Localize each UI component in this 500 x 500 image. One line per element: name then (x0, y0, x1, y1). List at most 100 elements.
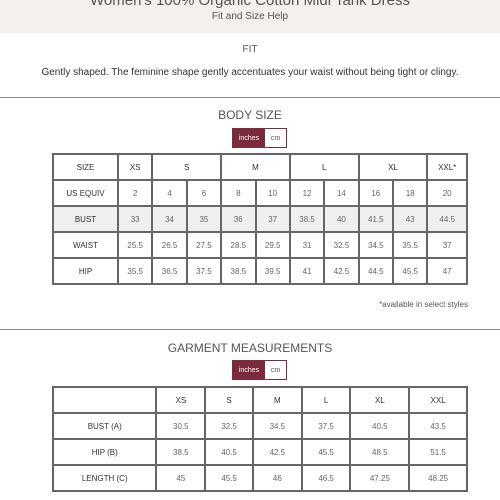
measurement-cell: 27.5 (185, 231, 223, 259)
row-label: BUST (A) (51, 412, 158, 440)
measurement-cell: 2 (116, 179, 154, 207)
measurement-cell: 44.5 (426, 205, 468, 233)
measurement-cell: 40 (323, 205, 360, 233)
measurement-cell: 36.5 (151, 257, 188, 285)
measurement-cell: 20 (426, 179, 468, 207)
fit-heading: FIT (242, 44, 258, 55)
size-header: XXL (408, 386, 468, 414)
measurement-cell: 47 (426, 257, 468, 285)
size-header-label: SIZE (52, 153, 119, 181)
unit-inches-button[interactable]: inches (233, 361, 265, 379)
measurement-cell: 45.5 (300, 438, 352, 466)
measurement-cell: 37 (254, 205, 291, 233)
measurement-cell: 28.5 (220, 231, 257, 259)
row-label: BUST (52, 205, 119, 233)
measurement-cell: 33 (116, 205, 154, 233)
unit-inches-button[interactable]: inches (233, 129, 265, 147)
measurement-cell: 32.5 (323, 231, 360, 259)
measurement-cell: 42.5 (251, 438, 303, 466)
fit-description: Gently shaped. The feminine shape gently… (41, 67, 459, 78)
measurement-cell: 43.5 (408, 412, 468, 440)
row-label: US EQUIV (52, 179, 119, 207)
measurement-cell: 36 (220, 205, 257, 233)
measurement-cell: 38.5 (220, 257, 257, 285)
garment-unit-toggle: inches cm (232, 360, 287, 380)
measurement-cell: 18 (391, 179, 429, 207)
measurement-cell: 37.5 (300, 412, 352, 440)
row-label: WAIST (52, 231, 119, 259)
measurement-cell: 34.5 (251, 412, 303, 440)
table-header-row: XS S M L XL XXL (51, 386, 468, 414)
measurement-cell: 12 (288, 179, 326, 207)
measurement-cell: 45 (155, 464, 207, 492)
empty-header-cell (51, 386, 158, 414)
measurement-cell: 14 (323, 179, 360, 207)
row-label: HIP (B) (51, 438, 158, 466)
measurement-cell: 6 (185, 179, 223, 207)
measurement-cell: 8 (220, 179, 257, 207)
size-group-header: XS (116, 153, 154, 181)
size-header: XS (155, 386, 207, 414)
page-header: Women's 100% Organic Cotton Midi Tank Dr… (0, 0, 500, 33)
unit-cm-button[interactable]: cm (265, 361, 286, 379)
table-row: LENGTH (C) 45 45.5 46 46.5 47.25 48.25 (51, 464, 468, 492)
size-group-header: S (151, 153, 223, 181)
body-size-table: SIZE XS S M L XL XXL* US EQUIV 2 4 6 8 10 12 14 16 18 20 B… (52, 153, 468, 285)
measurement-cell: 48.5 (349, 438, 411, 466)
size-group-header: XXL* (426, 153, 468, 181)
table-row: BUST (A) 30.5 32.5 34.5 37.5 40.5 43.5 (51, 412, 468, 440)
measurement-cell: 48.25 (408, 464, 468, 492)
table-row: HIP (B) 38.5 40.5 42.5 45.5 48.5 51.5 (51, 438, 468, 466)
measurement-cell: 40.5 (204, 438, 254, 466)
size-group-header: M (220, 153, 291, 181)
garment-measurements-title: GARMENT MEASUREMENTS (167, 341, 333, 355)
measurement-cell: 38.5 (288, 205, 326, 233)
measurement-cell: 37.5 (185, 257, 223, 285)
measurement-cell: 42.5 (323, 257, 360, 285)
measurement-cell: 41 (288, 257, 326, 285)
measurement-cell: 43 (391, 205, 429, 233)
measurement-cell: 34 (151, 205, 188, 233)
page-subtitle: Fit and Size Help (211, 11, 289, 22)
body-size-unit-toggle: inches cm (232, 128, 287, 148)
measurement-cell: 35 (185, 205, 223, 233)
measurement-cell: 35.5 (116, 257, 154, 285)
measurement-cell: 45.5 (204, 464, 254, 492)
table-header-row: SIZE XS S M L XL XXL* (52, 153, 468, 181)
size-header: L (300, 386, 352, 414)
measurement-cell: 35.5 (391, 231, 429, 259)
measurement-cell: 37 (426, 231, 468, 259)
unit-cm-button[interactable]: cm (265, 129, 286, 147)
product-title: Women's 100% Organic Cotton Midi Tank Dr… (90, 0, 410, 9)
measurement-cell: 38.5 (155, 438, 207, 466)
measurement-cell: 4 (151, 179, 188, 207)
measurement-cell: 32.5 (204, 412, 254, 440)
divider (0, 329, 500, 330)
size-group-header: L (288, 153, 360, 181)
size-header: S (204, 386, 254, 414)
measurement-cell: 46 (251, 464, 303, 492)
measurement-cell: 40.5 (349, 412, 411, 440)
row-label: LENGTH (C) (51, 464, 158, 492)
measurement-cell: 29.5 (254, 231, 291, 259)
measurement-cell: 16 (357, 179, 395, 207)
measurement-cell: 45.5 (391, 257, 429, 285)
measurement-cell: 26.5 (151, 231, 188, 259)
measurement-cell: 30.5 (155, 412, 207, 440)
measurement-cell: 39.5 (254, 257, 291, 285)
measurement-cell: 34.5 (357, 231, 395, 259)
table-row: WAIST 25.5 26.5 27.5 28.5 29.5 31 32.5 34.5 35.5 3… (52, 231, 468, 259)
row-label: HIP (52, 257, 119, 285)
measurement-cell: 44.5 (357, 257, 395, 285)
measurement-cell: 25.5 (116, 231, 154, 259)
size-group-header: XL (357, 153, 429, 181)
table-row: US EQUIV 2 4 6 8 10 12 14 16 18 20 (52, 179, 468, 207)
availability-note: *available in select styles (379, 300, 468, 309)
measurement-cell: 31 (288, 231, 326, 259)
measurement-cell: 47.25 (349, 464, 411, 492)
measurement-cell: 10 (254, 179, 291, 207)
size-header: M (251, 386, 303, 414)
measurement-cell: 41.5 (357, 205, 395, 233)
table-row: HIP 35.5 36.5 37.5 38.5 39.5 41 42.5 44.5 45.5 47 (52, 257, 468, 285)
measurement-cell: 51.5 (408, 438, 468, 466)
